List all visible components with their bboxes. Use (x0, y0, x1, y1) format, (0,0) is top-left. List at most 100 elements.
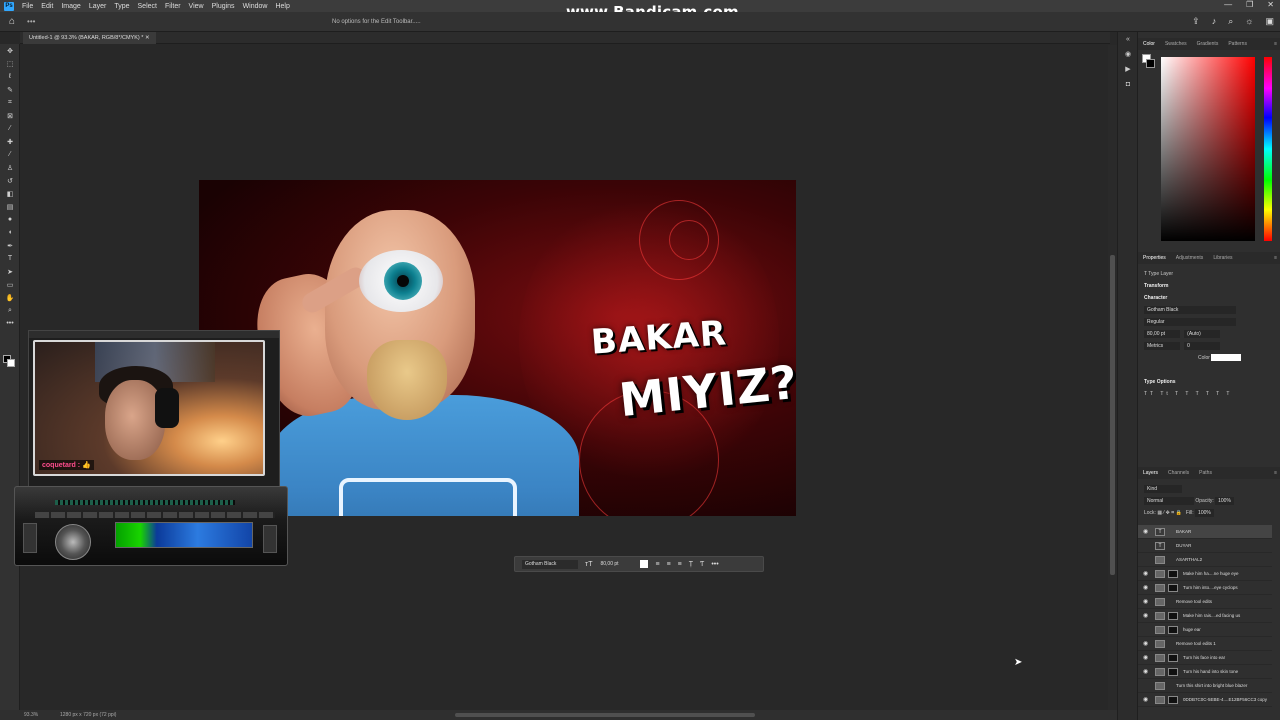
tab-properties[interactable]: Properties (1138, 252, 1171, 264)
menu-layer[interactable]: Layer (85, 3, 111, 10)
context-font-size[interactable]: 80,00 pt (600, 560, 636, 569)
leading-field[interactable]: (Auto) (1184, 329, 1221, 338)
fill-field[interactable]: 100% (1195, 508, 1214, 517)
visibility-eye-icon[interactable]: ◉ (1143, 609, 1148, 623)
vertical-scrollbar[interactable] (1108, 45, 1117, 710)
scrollbar-thumb[interactable] (1110, 255, 1115, 575)
path-selection-tool-icon[interactable]: ➤ (0, 265, 20, 278)
menu-window[interactable]: Window (239, 3, 272, 10)
move-tool-icon[interactable]: ✥ (0, 44, 20, 57)
layer-row[interactable]: Turn this shirt into bright blue blazer (1138, 679, 1272, 693)
clone-stamp-tool-icon[interactable]: ♙ (0, 161, 20, 174)
tab-libraries[interactable]: Libraries (1208, 252, 1237, 264)
dodge-tool-icon[interactable]: ◖ (0, 226, 20, 239)
tab-color[interactable]: Color (1138, 38, 1160, 50)
hue-slider[interactable] (1264, 57, 1272, 241)
share-icon[interactable]: ⇪ (1192, 16, 1200, 27)
lightbulb-icon[interactable]: ☼ (1245, 16, 1253, 27)
warp-text-icon[interactable]: Ṭ (689, 561, 693, 568)
horizontal-scrollbar[interactable] (455, 713, 755, 717)
blend-mode-select[interactable]: Normal (1144, 496, 1194, 505)
text-color-swatch[interactable] (1211, 354, 1242, 362)
layer-mask-thumbnail[interactable] (1168, 668, 1178, 676)
menu-type[interactable]: Type (110, 3, 133, 10)
opacity-field[interactable]: 100% (1215, 496, 1234, 505)
frame-tool-icon[interactable]: ⊠ (0, 109, 20, 122)
background-color-swatch[interactable] (7, 359, 15, 367)
history-icon[interactable]: ◉ (1118, 47, 1138, 62)
restore-button[interactable]: ❐ (1246, 0, 1253, 9)
close-button[interactable]: ✕ (1267, 0, 1274, 9)
marquee-tool-icon[interactable]: ⬚ (0, 57, 20, 70)
layer-row[interactable]: ◉ Remove tool edits (1138, 595, 1272, 609)
close-tab-icon[interactable]: ✕ (145, 35, 150, 41)
menu-image[interactable]: Image (57, 3, 84, 10)
tab-paths[interactable]: Paths (1194, 467, 1217, 479)
context-text-color[interactable] (640, 560, 649, 568)
eraser-tool-icon[interactable]: ◧ (0, 187, 20, 200)
blur-tool-icon[interactable]: ● (0, 213, 20, 226)
history-brush-tool-icon[interactable]: ↺ (0, 174, 20, 187)
layer-row[interactable]: ◉ 0DDB7C0C-5EBE-4....E12BF56CC3 copy (1138, 693, 1272, 707)
menu-edit[interactable]: Edit (37, 3, 57, 10)
rectangle-tool-icon[interactable]: ▭ (0, 278, 20, 291)
visibility-eye-icon[interactable]: ◉ (1143, 525, 1148, 539)
search-icon[interactable]: ⌕ (1228, 16, 1233, 27)
comment-icon[interactable]: ◘ (1118, 77, 1138, 92)
panel-menu-icon[interactable]: ≡ (1274, 467, 1277, 479)
align-left-icon[interactable]: ≡ (655, 561, 659, 568)
menu-filter[interactable]: Filter (161, 3, 185, 10)
align-center-icon[interactable]: ≡ (667, 561, 671, 568)
tab-patterns[interactable]: Patterns (1223, 38, 1252, 50)
lock-icons[interactable]: ▦ ⁄ ✥ ⌗ 🔒 (1157, 510, 1181, 516)
layer-row[interactable]: T DUYAR (1138, 539, 1272, 553)
visibility-eye-icon[interactable]: ◉ (1143, 693, 1148, 707)
align-right-icon[interactable]: ≡ (678, 561, 682, 568)
bell-icon[interactable]: ♪ (1212, 16, 1217, 27)
play-icon[interactable]: ▶ (1118, 62, 1138, 77)
layer-row[interactable]: ◉ T BAKAR (1138, 525, 1272, 539)
visibility-eye-icon[interactable]: ◉ (1143, 567, 1148, 581)
context-font-select[interactable]: Gotham Black (522, 559, 578, 569)
layer-row[interactable]: ◉ Turn his face into ear (1138, 651, 1272, 665)
layer-row[interactable]: ◉ Make him rais....ed facing us (1138, 609, 1272, 623)
zoom-level[interactable]: 93.3% (24, 710, 38, 720)
cube-icon[interactable]: ▣ (1265, 16, 1274, 27)
character-row[interactable]: Character (1138, 292, 1280, 304)
layer-row[interactable]: huge ear (1138, 623, 1272, 637)
layer-mask-thumbnail[interactable] (1168, 654, 1178, 662)
type-options-icons[interactable]: TT Tt T T T T T T (1138, 388, 1280, 400)
layer-row[interactable]: ◉ Turn him into....eye cyclops (1138, 581, 1272, 595)
panel-menu-icon[interactable]: ≡ (1274, 252, 1277, 264)
layer-row[interactable]: ◉ Make him ha....ne huge eye (1138, 567, 1272, 581)
healing-brush-tool-icon[interactable]: ✚ (0, 135, 20, 148)
gradient-tool-icon[interactable]: ▤ (0, 200, 20, 213)
font-family-select[interactable]: Gotham Black (1144, 305, 1236, 314)
more-options-icon[interactable]: ••• (27, 17, 35, 26)
visibility-eye-icon[interactable]: ◉ (1143, 581, 1148, 595)
type-options-row[interactable]: Type Options (1138, 376, 1280, 388)
pen-tool-icon[interactable]: ✒ (0, 239, 20, 252)
menu-plugins[interactable]: Plugins (208, 3, 239, 10)
home-icon[interactable]: ⌂ (9, 16, 15, 27)
visibility-eye-icon[interactable]: ◉ (1143, 651, 1148, 665)
thumbnail-artwork[interactable]: BAKAR MIYIZ? (199, 180, 796, 516)
visibility-eye-icon[interactable]: ◉ (1143, 665, 1148, 679)
layer-mask-thumbnail[interactable] (1168, 570, 1178, 578)
minimize-button[interactable]: — (1224, 0, 1232, 9)
character-panel-icon[interactable]: Ƭ (700, 561, 704, 568)
menu-help[interactable]: Help (271, 3, 293, 10)
crop-tool-icon[interactable]: ⌗ (0, 96, 20, 109)
lasso-tool-icon[interactable]: ℓ (0, 70, 20, 83)
menu-select[interactable]: Select (134, 3, 161, 10)
layer-mask-thumbnail[interactable] (1168, 612, 1178, 620)
kind-filter[interactable]: Kind (1144, 484, 1182, 493)
quick-select-tool-icon[interactable]: ✎ (0, 83, 20, 96)
menu-file[interactable]: File (18, 3, 37, 10)
more-icon[interactable]: ••• (711, 561, 718, 568)
layer-mask-thumbnail[interactable] (1168, 584, 1178, 592)
eyedropper-tool-icon[interactable]: ⁄ (0, 122, 20, 135)
brush-tool-icon[interactable]: ⁄ (0, 148, 20, 161)
font-style-select[interactable]: Regular (1144, 317, 1236, 326)
panel-menu-icon[interactable]: ≡ (1274, 38, 1277, 50)
